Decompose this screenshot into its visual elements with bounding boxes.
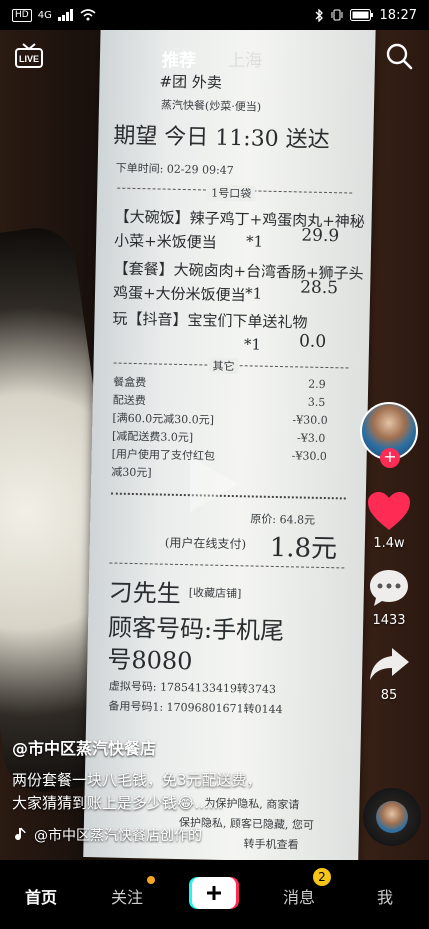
tab-city[interactable]: 上海 — [228, 46, 262, 71]
music-info[interactable]: @市中区蒸汽快餐店创作的 — [12, 825, 342, 845]
music-disc-avatar — [376, 801, 408, 833]
play-button[interactable] — [178, 450, 246, 518]
receipt-fee-label: [减配送费3.0元] — [111, 429, 194, 445]
signal-icon — [57, 9, 73, 21]
receipt-fee-value: -¥30.0 — [291, 449, 328, 464]
receipt-paid-amount: 1.8元 — [269, 532, 338, 565]
live-button[interactable]: LIVE — [14, 42, 46, 74]
caption-line-1: 两份套餐一块八毛钱，免3元配送费， — [12, 771, 262, 789]
receipt-eta: 期望 今日 11:30 送达 — [113, 123, 330, 154]
hd-indicator: HD — [12, 8, 32, 22]
plus-icon — [189, 877, 239, 909]
receipt-fee-value: -¥3.0 — [296, 431, 326, 446]
search-icon — [386, 43, 413, 70]
tab-recommend[interactable]: 推荐 — [162, 46, 196, 71]
receipt-paid-label: (用户在线支付) — [164, 535, 247, 552]
receipt-item-price: 28.5 — [300, 277, 339, 299]
follow-plus-icon[interactable]: + — [380, 448, 400, 468]
comment-icon[interactable] — [367, 567, 411, 609]
messages-badge: 2 — [313, 868, 331, 886]
status-bar: HD 4G 18:27 — [0, 0, 429, 30]
receipt-backup-number: 备用号码1: 17096801671转0144 — [108, 699, 283, 717]
receipt-item-name2: 鸡蛋+大份米饭便当 — [112, 283, 246, 305]
search-button[interactable] — [385, 42, 413, 74]
receipt-item-name: 玩【抖音】宝宝们下单送礼物 — [112, 309, 308, 332]
receipt-customer-tag: [收藏店铺] — [188, 586, 242, 601]
music-title: @市中区蒸汽快餐店创作的 — [34, 828, 202, 844]
receipt-item-qty: *1 — [245, 232, 264, 251]
caption-line-2[interactable]: 大家猜猜到账上是多少钱😂...... — [12, 792, 342, 815]
clock: 18:27 — [379, 7, 417, 23]
music-disc[interactable] — [363, 788, 421, 846]
share-icon[interactable] — [367, 644, 411, 684]
live-icon: LIVE — [15, 43, 43, 68]
receipt-item-name2: 小菜+米饭便当 — [113, 231, 217, 252]
follow-badge-dot — [147, 876, 155, 884]
receipt-fee-label: 配送费 — [112, 393, 146, 408]
author-avatar[interactable]: + — [360, 402, 418, 468]
receipt-virtual-number: 虚拟号码: 17854133419转3743 — [108, 679, 277, 697]
receipt-fee-label: 减30元] — [111, 465, 152, 480]
wifi-icon — [80, 9, 96, 21]
bluetooth-icon — [315, 8, 323, 22]
receipt-fee-value: 3.5 — [307, 395, 326, 409]
receipt-store-sub: 蒸汽快餐(炒菜·便当) — [160, 98, 262, 114]
create-button[interactable] — [189, 877, 239, 909]
tab-messages[interactable]: 消息 — [283, 884, 315, 908]
video-caption: @市中区蒸汽快餐店 两份套餐一块八毛钱，免3元配送费， 大家猜猜到账上是多少钱😂… — [12, 735, 342, 845]
top-nav: LIVE 推荐 上海 — [0, 40, 429, 80]
receipt-number-tail: 号8080 — [107, 645, 193, 676]
receipt-item-price: 29.9 — [301, 225, 340, 247]
bottom-tab-bar: 首页 关注 消息 2 我 — [0, 860, 429, 929]
battery-icon — [349, 9, 373, 21]
network-indicator: 4G — [37, 9, 52, 21]
play-icon — [190, 456, 238, 512]
receipt-item-qty: *1 — [243, 335, 262, 354]
like-count: 1.4w — [373, 536, 405, 551]
tab-follow[interactable]: 关注 — [111, 884, 143, 908]
action-sidebar: + 1.4w 1433 85 — [359, 402, 419, 703]
heart-icon[interactable] — [366, 490, 412, 532]
receipt-bag: 1号口袋 — [207, 184, 256, 202]
receipt-item-qty: *1 — [244, 284, 263, 303]
tab-home[interactable]: 首页 — [25, 884, 57, 908]
receipt-fee-label: 餐盒费 — [113, 375, 147, 390]
receipt-fee-value: 2.9 — [308, 377, 326, 392]
receipt-item-price: 0.0 — [298, 331, 327, 352]
receipt-fee-value: -¥30.0 — [292, 413, 328, 428]
receipt-other: 其它 — [208, 357, 239, 375]
music-note-icon — [15, 827, 26, 841]
receipt-order-time: 下单时间: 02-29 09:47 — [115, 161, 234, 178]
share-count: 85 — [380, 688, 398, 703]
receipt-customer: 刁先生 — [108, 578, 182, 609]
receipt-fee-label: [满60.0元减30.0元] — [112, 411, 215, 427]
comment-count: 1433 — [372, 613, 406, 628]
tab-me[interactable]: 我 — [377, 884, 393, 908]
vibrate-icon — [331, 9, 343, 21]
svg-text:LIVE: LIVE — [19, 54, 39, 64]
receipt-original-price: 原价: 64.8元 — [250, 512, 316, 527]
author-name[interactable]: @市中区蒸汽快餐店 — [12, 735, 342, 759]
